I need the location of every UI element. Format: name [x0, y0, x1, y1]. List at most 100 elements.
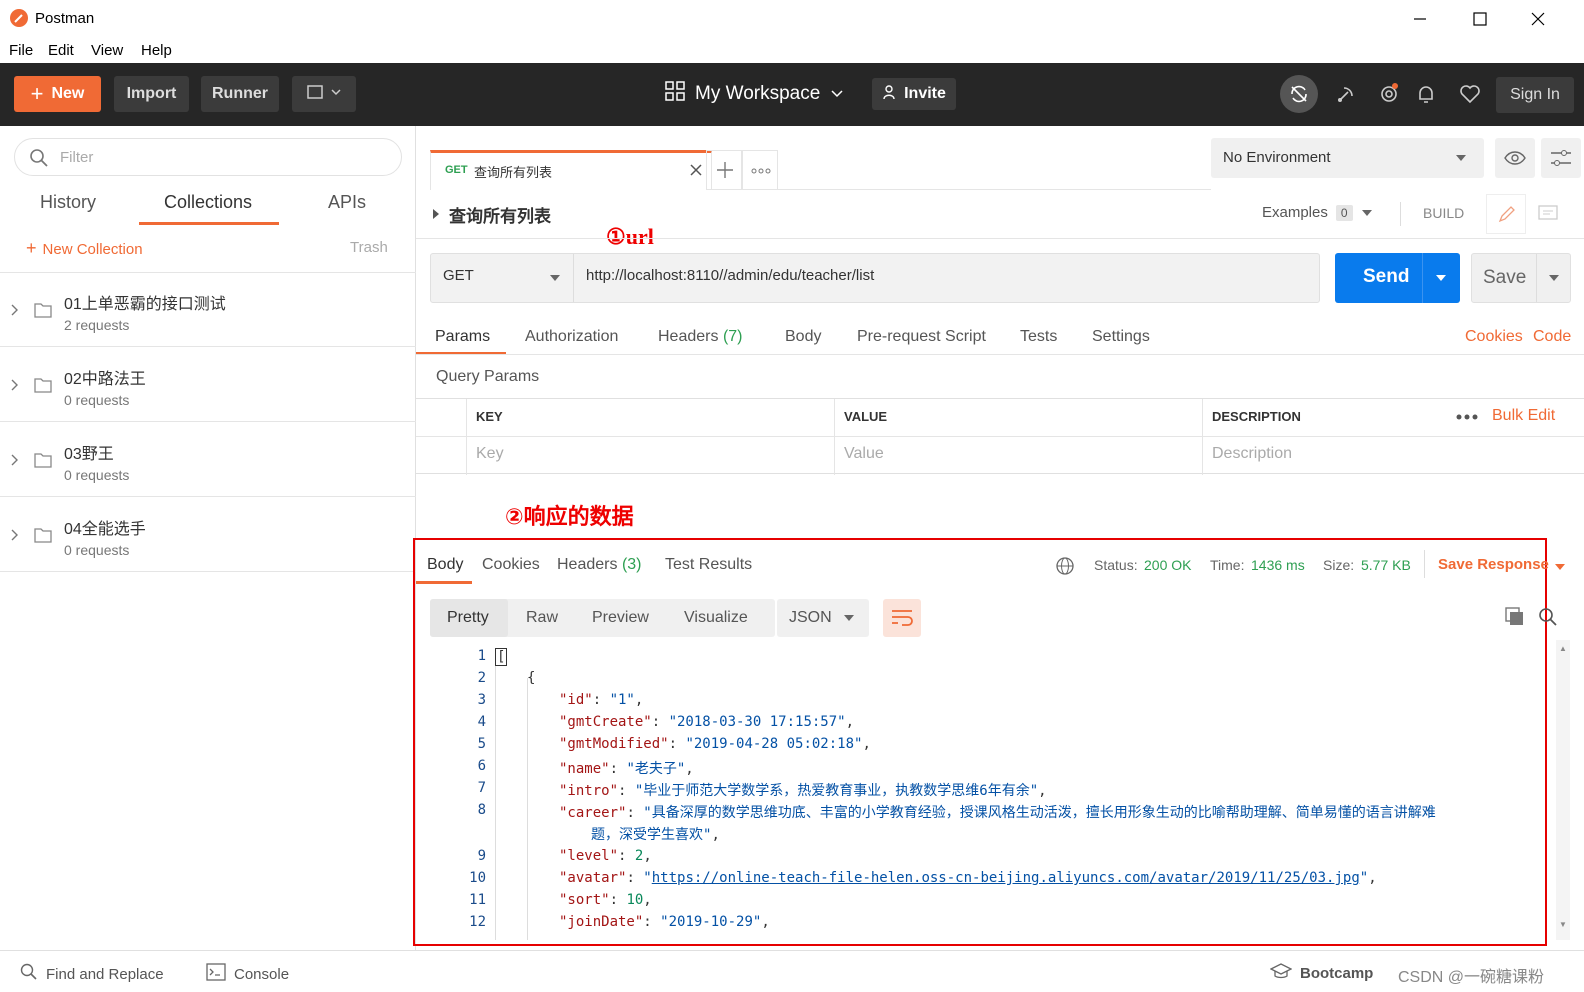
collection-item[interactable]: 01上单恶霸的接口测试 2 requests	[0, 273, 416, 347]
csdn-watermark: CSDN @一碗糖课粉	[1398, 969, 1545, 986]
manage-environments-button[interactable]	[1541, 138, 1581, 178]
size-label: Size:	[1323, 557, 1355, 573]
json-value: "2019-04-28 05:02:18"	[685, 736, 863, 752]
tab-authorization[interactable]: Authorization	[525, 328, 618, 346]
caret-down-icon	[1361, 204, 1373, 221]
new-window-icon	[306, 83, 342, 106]
format-preview[interactable]: Preview	[592, 609, 649, 627]
save-response-button[interactable]: Save Response	[1438, 556, 1549, 573]
chevron-right-icon[interactable]	[10, 303, 20, 317]
workspace-selector[interactable]: My Workspace	[665, 76, 844, 112]
format-pretty[interactable]: Pretty	[447, 609, 489, 627]
minimize-icon[interactable]	[1408, 8, 1432, 30]
send-button[interactable]: Send	[1335, 253, 1460, 303]
globe-icon	[1055, 556, 1075, 576]
value-input[interactable]: Value	[844, 445, 884, 463]
settings-gear-icon[interactable]	[1377, 82, 1401, 106]
invite-button[interactable]: Invite	[872, 78, 956, 110]
tab-history[interactable]: History	[40, 192, 96, 213]
search-icon[interactable]	[1538, 607, 1558, 627]
menu-edit[interactable]: Edit	[48, 42, 74, 59]
comments-button[interactable]	[1528, 194, 1568, 234]
build-label[interactable]: BUILD	[1423, 205, 1464, 221]
tab-settings[interactable]: Settings	[1092, 328, 1150, 346]
scrollbar[interactable]: ▲ ▼	[1556, 640, 1570, 940]
add-tab-button[interactable]	[706, 150, 742, 190]
wrap-lines-button[interactable]	[883, 599, 921, 637]
cookies-link[interactable]: Cookies	[1465, 328, 1523, 346]
new-window-button[interactable]	[292, 76, 356, 112]
response-tab-test-results[interactable]: Test Results	[665, 556, 752, 574]
find-replace-label: Find and Replace	[46, 965, 164, 983]
edit-button[interactable]	[1486, 194, 1526, 234]
new-collection-button[interactable]: + New Collection	[26, 238, 143, 259]
response-tab-body[interactable]: Body	[427, 556, 463, 574]
code-line: [	[495, 648, 508, 666]
description-input[interactable]: Description	[1212, 445, 1292, 463]
trash-link[interactable]: Trash	[350, 239, 388, 256]
scroll-down-icon[interactable]: ▼	[1559, 920, 1567, 929]
collection-item[interactable]: 04全能选手 0 requests	[0, 498, 416, 572]
filter-input[interactable]: Filter	[14, 138, 402, 176]
caret-down-icon[interactable]	[1554, 563, 1566, 571]
caret-down-icon	[843, 614, 855, 622]
chevron-right-icon[interactable]	[10, 453, 20, 467]
menu-help[interactable]: Help	[141, 42, 172, 59]
collection-item[interactable]: 02中路法王 0 requests	[0, 348, 416, 422]
interceptor-icon[interactable]	[1334, 82, 1358, 106]
caret-right-icon[interactable]	[432, 208, 440, 220]
sign-in-button[interactable]: Sign In	[1496, 77, 1574, 113]
bulk-edit-link[interactable]: Bulk Edit	[1492, 407, 1555, 425]
key-input[interactable]: Key	[476, 445, 504, 463]
bell-icon[interactable]	[1414, 82, 1438, 106]
more-horizontal-icon[interactable]	[1456, 413, 1478, 421]
folder-icon	[33, 450, 53, 470]
caret-down-icon[interactable]	[1548, 274, 1560, 282]
heart-icon[interactable]	[1458, 82, 1482, 106]
chevron-right-icon[interactable]	[10, 528, 20, 542]
line-number: 7	[477, 780, 486, 796]
request-tab[interactable]: GET 查询所有列表	[430, 150, 712, 190]
menu-view[interactable]: View	[91, 42, 123, 59]
plus-icon	[716, 161, 734, 179]
format-visualize[interactable]: Visualize	[684, 609, 748, 627]
tab-body[interactable]: Body	[785, 328, 821, 346]
response-tab-cookies[interactable]: Cookies	[482, 556, 540, 574]
scroll-up-icon[interactable]: ▲	[1559, 644, 1567, 653]
caret-down-icon[interactable]	[1435, 274, 1447, 282]
more-tabs-button[interactable]	[742, 150, 778, 190]
close-tab-icon[interactable]	[689, 163, 703, 177]
tab-tests[interactable]: Tests	[1020, 328, 1057, 346]
import-button[interactable]: Import	[114, 76, 189, 112]
json-link[interactable]: https://online-teach-file-helen.oss-cn-b…	[652, 870, 1360, 886]
tab-collections[interactable]: Collections	[164, 192, 252, 213]
bootcamp-button[interactable]: Bootcamp	[1269, 963, 1373, 983]
runner-button[interactable]: Runner	[201, 76, 279, 112]
chevron-right-icon[interactable]	[10, 378, 20, 392]
url-input[interactable]: http://localhost:8110//admin/edu/teacher…	[586, 267, 874, 284]
tab-params[interactable]: Params	[435, 328, 490, 346]
tab-apis[interactable]: APIs	[328, 192, 366, 213]
collection-item[interactable]: 03野王 0 requests	[0, 423, 416, 497]
environment-quick-look-button[interactable]	[1495, 138, 1535, 178]
menu-file[interactable]: File	[9, 42, 33, 59]
examples-dropdown[interactable]: Examples 0	[1262, 204, 1373, 221]
sync-status-button[interactable]	[1280, 75, 1318, 113]
code-link[interactable]: Code	[1533, 328, 1571, 346]
collection-name: 03野王	[64, 446, 114, 463]
find-replace-button[interactable]: Find and Replace	[20, 963, 164, 985]
response-tab-headers[interactable]: Headers (3)	[557, 556, 642, 574]
console-button[interactable]: Console	[206, 963, 289, 985]
response-body-viewer[interactable]: 1 [ 2 { 3 "id": "1", 4 "gmtCreate": "201…	[416, 648, 1544, 940]
save-button[interactable]: Save	[1471, 253, 1571, 303]
tab-pre-request-script[interactable]: Pre-request Script	[857, 328, 986, 346]
method-select[interactable]: GET	[431, 254, 574, 302]
format-raw[interactable]: Raw	[526, 609, 558, 627]
language-select[interactable]: JSON	[777, 599, 869, 637]
maximize-icon[interactable]	[1468, 8, 1492, 30]
environment-selector[interactable]: No Environment	[1211, 138, 1484, 178]
close-window-icon[interactable]	[1526, 8, 1550, 30]
tab-headers[interactable]: Headers (7)	[658, 328, 743, 346]
copy-icon[interactable]	[1505, 607, 1525, 627]
new-button[interactable]: + New	[14, 76, 101, 112]
